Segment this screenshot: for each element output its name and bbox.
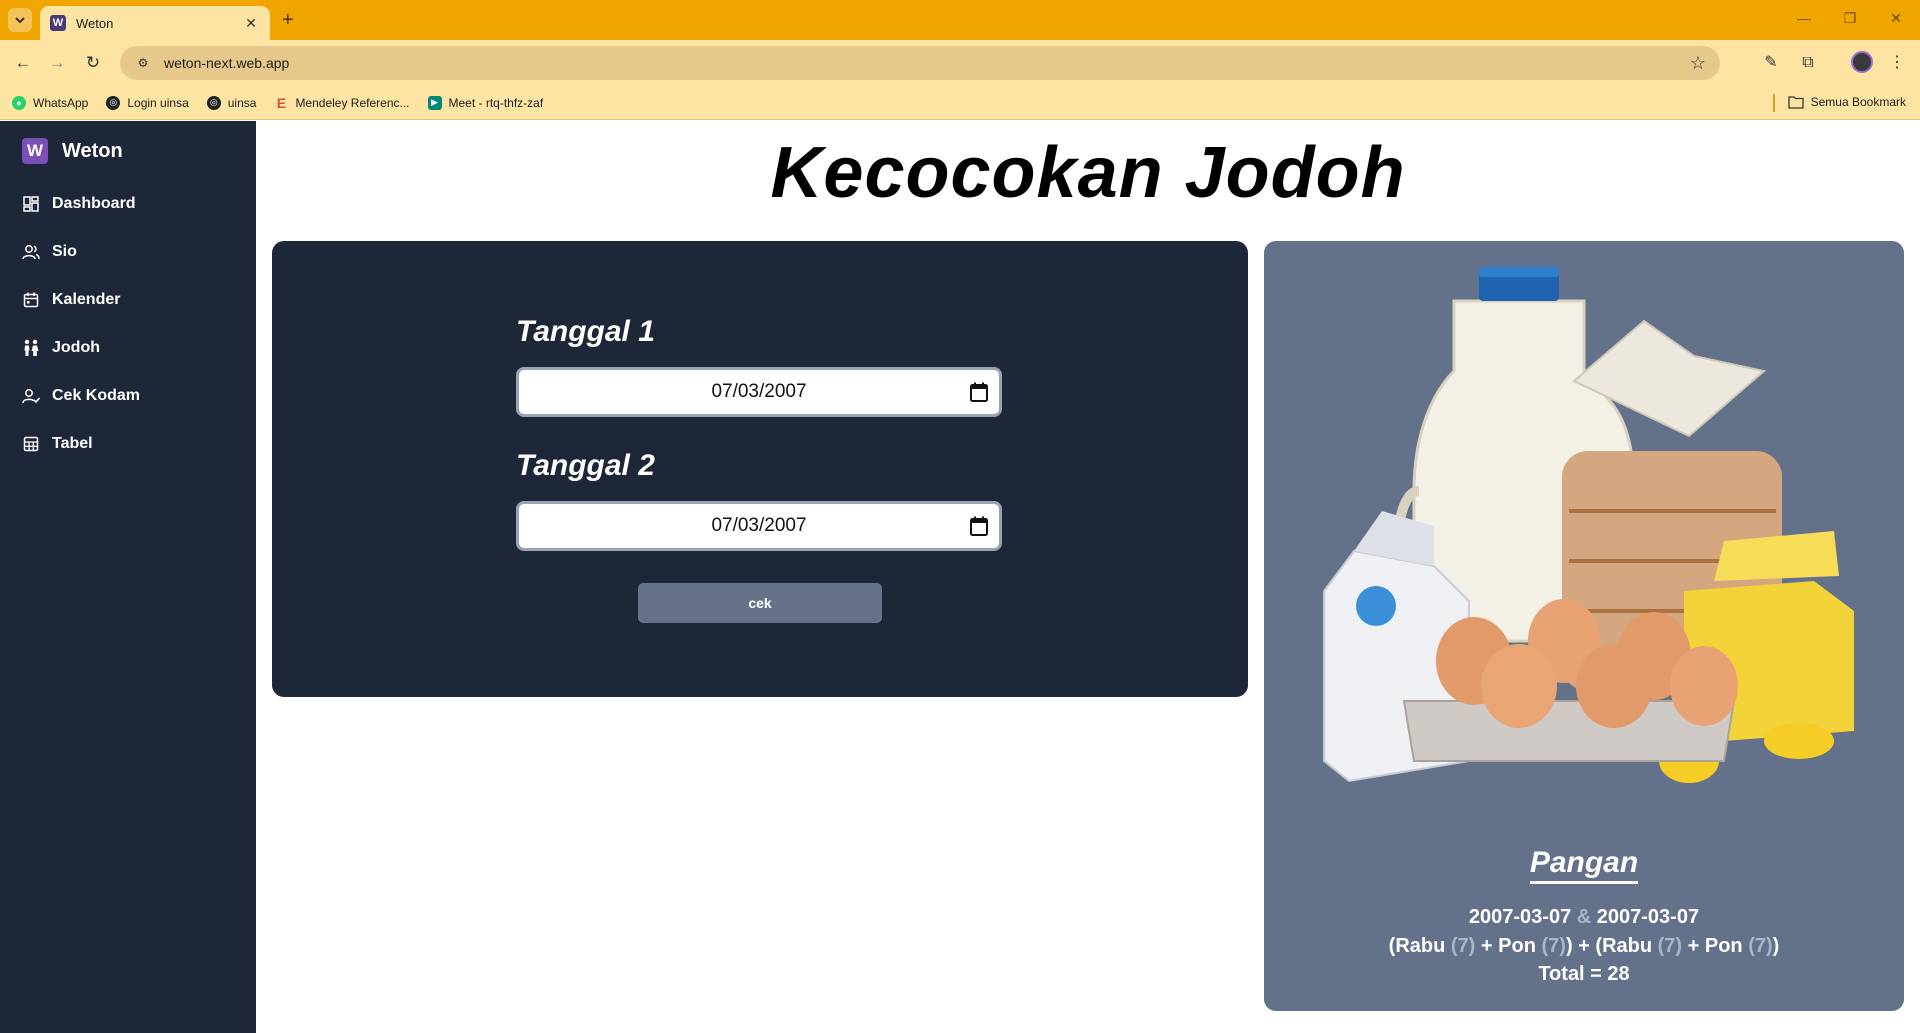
sidebar-item-cek-kodam[interactable]: Cek Kodam: [22, 383, 242, 409]
more-menu-icon[interactable]: ⋮: [1886, 52, 1908, 74]
chevron-down-icon: [15, 17, 25, 24]
user-check-icon: [22, 387, 40, 405]
result-pasaran1: Pon: [1498, 935, 1536, 957]
date2-value: 07/03/2007: [711, 515, 807, 536]
couple-icon: [22, 339, 40, 357]
bookmark-mendeley[interactable]: E Mendeley Referenc...: [274, 94, 410, 111]
brand-name: Weton: [62, 139, 123, 162]
date1-label: Tanggal 1: [516, 315, 655, 348]
sidebar-item-dashboard[interactable]: Dashboard: [22, 191, 242, 217]
back-arrow-icon[interactable]: ←: [12, 52, 34, 74]
page-title: Kecocokan Jodoh: [770, 133, 1406, 213]
bookmark-uinsa[interactable]: ◎ uinsa: [206, 95, 257, 110]
globe-icon: ◎: [206, 95, 221, 110]
minimize-icon[interactable]: —: [1794, 10, 1814, 26]
weton-favicon-icon: W: [50, 15, 66, 31]
calendar-picker-icon[interactable]: [969, 515, 989, 537]
sidebar-item-label: Jodoh: [52, 339, 100, 356]
bookmark-whatsapp[interactable]: ● WhatsApp: [12, 95, 89, 110]
result-amp: &: [1576, 906, 1592, 928]
weton-logo-icon: W: [22, 138, 48, 164]
result-card: Pangan 2007-03-07 & 2007-03-07 (Rabu (7)…: [1264, 241, 1904, 1011]
result-day2: Rabu: [1602, 935, 1653, 957]
sidebar-item-label: Cek Kodam: [52, 387, 141, 404]
date2-label: Tanggal 2: [516, 449, 655, 482]
date2-input[interactable]: 07/03/2007: [516, 501, 1002, 551]
close-window-icon[interactable]: ✕: [1886, 10, 1906, 27]
bookmark-label: Meet - rtq-thfz-zaf: [448, 95, 544, 110]
bookmark-label: Login uinsa: [127, 95, 189, 110]
sidebar: W Weton Dashboard Sio Kalender Jodoh Cek…: [0, 121, 256, 1033]
tab-search-button[interactable]: [8, 8, 32, 32]
result-pasaran2-value: (7): [1748, 935, 1773, 957]
new-tab-button[interactable]: +: [282, 10, 294, 30]
forward-arrow-icon[interactable]: →: [46, 52, 68, 74]
bookmark-meet[interactable]: ▶ Meet - rtq-thfz-zaf: [427, 95, 544, 110]
restore-icon[interactable]: ❐: [1840, 10, 1860, 27]
result-date-b: 2007-03-07: [1596, 906, 1700, 928]
sidebar-item-kalender[interactable]: Kalender: [22, 287, 242, 313]
bookmark-label: Mendeley Referenc...: [295, 95, 410, 110]
sidebar-item-label: Tabel: [52, 435, 93, 452]
sidebar-item-label: Dashboard: [52, 195, 136, 212]
sidebar-item-tabel[interactable]: Tabel: [22, 431, 242, 457]
pen-icon[interactable]: ✎: [1760, 52, 1782, 74]
date1-input[interactable]: 07/03/2007: [516, 367, 1002, 417]
food-groceries-illustration: [1323, 267, 1854, 783]
bookmark-login-uinsa[interactable]: ◎ Login uinsa: [106, 95, 189, 110]
sidebar-item-label: Kalender: [52, 291, 121, 308]
browser-tab-strip: W Weton ✕ + — ❐ ✕: [0, 0, 1920, 40]
bookmark-label: uinsa: [227, 95, 257, 110]
dashboard-icon: [22, 195, 40, 213]
bookmark-folder-label: Semua Bookmark: [1810, 95, 1906, 109]
address-bar[interactable]: ⚙ weton-next.web.app ☆: [120, 46, 1720, 80]
sidebar-item-sio[interactable]: Sio: [22, 239, 242, 265]
bookmarks-bar: ● WhatsApp ◎ Login uinsa ◎ uinsa E Mende…: [0, 86, 1920, 120]
url-text: weton-next.web.app: [164, 55, 290, 71]
extensions-puzzle-icon[interactable]: ⧉: [1797, 52, 1819, 74]
result-day2-value: (7): [1657, 935, 1683, 957]
bookmarks-divider: [1773, 94, 1775, 112]
result-date-a: 2007-03-07: [1468, 906, 1572, 928]
profile-avatar[interactable]: [1851, 51, 1873, 73]
reload-icon[interactable]: ↻: [82, 52, 104, 74]
brand[interactable]: W Weton: [22, 138, 123, 164]
result-title-text: Pangan: [1529, 846, 1639, 884]
result-day1-value: (7): [1450, 935, 1476, 957]
all-bookmarks-folder[interactable]: Semua Bookmark: [1787, 95, 1906, 109]
folder-icon: [1787, 96, 1804, 109]
result-day1: Rabu: [1395, 935, 1446, 957]
close-tab-icon[interactable]: ✕: [242, 15, 260, 32]
sidebar-item-label: Sio: [52, 243, 77, 260]
site-settings-icon[interactable]: ⚙: [134, 54, 152, 72]
browser-toolbar: ← → ↻ ⚙ weton-next.web.app ☆ ✎ ⧉ ⋮: [0, 40, 1920, 86]
bookmark-label: WhatsApp: [33, 95, 89, 110]
result-breakdown: (Rabu (7) + Pon (7)) + (Rabu (7) + Pon (…: [1388, 935, 1780, 957]
date-form-card: Tanggal 1 07/03/2007 Tanggal 2 07/03/200…: [272, 241, 1248, 697]
users-icon: [22, 243, 40, 261]
bookmark-star-icon[interactable]: ☆: [1690, 53, 1706, 74]
cek-button[interactable]: cek: [638, 583, 882, 623]
table-icon: [22, 435, 40, 453]
globe-icon: ◎: [106, 95, 121, 110]
result-pasaran1-value: (7): [1541, 935, 1566, 957]
browser-tab-weton[interactable]: W Weton ✕: [40, 6, 270, 40]
result-total: Total = 28: [1538, 963, 1630, 985]
result-pasaran2: Pon: [1704, 935, 1743, 957]
date1-value: 07/03/2007: [711, 381, 807, 402]
mendeley-icon: E: [276, 94, 287, 111]
calendar-icon: [22, 291, 40, 309]
result-dates: 2007-03-07 & 2007-03-07: [1264, 906, 1904, 929]
result-title: Pangan: [1264, 846, 1904, 884]
tab-title: Weton: [76, 15, 114, 31]
sidebar-item-jodoh[interactable]: Jodoh: [22, 335, 242, 361]
meet-icon: ▶: [427, 95, 442, 110]
whatsapp-icon: ●: [12, 95, 26, 110]
calendar-picker-icon[interactable]: [969, 381, 989, 403]
